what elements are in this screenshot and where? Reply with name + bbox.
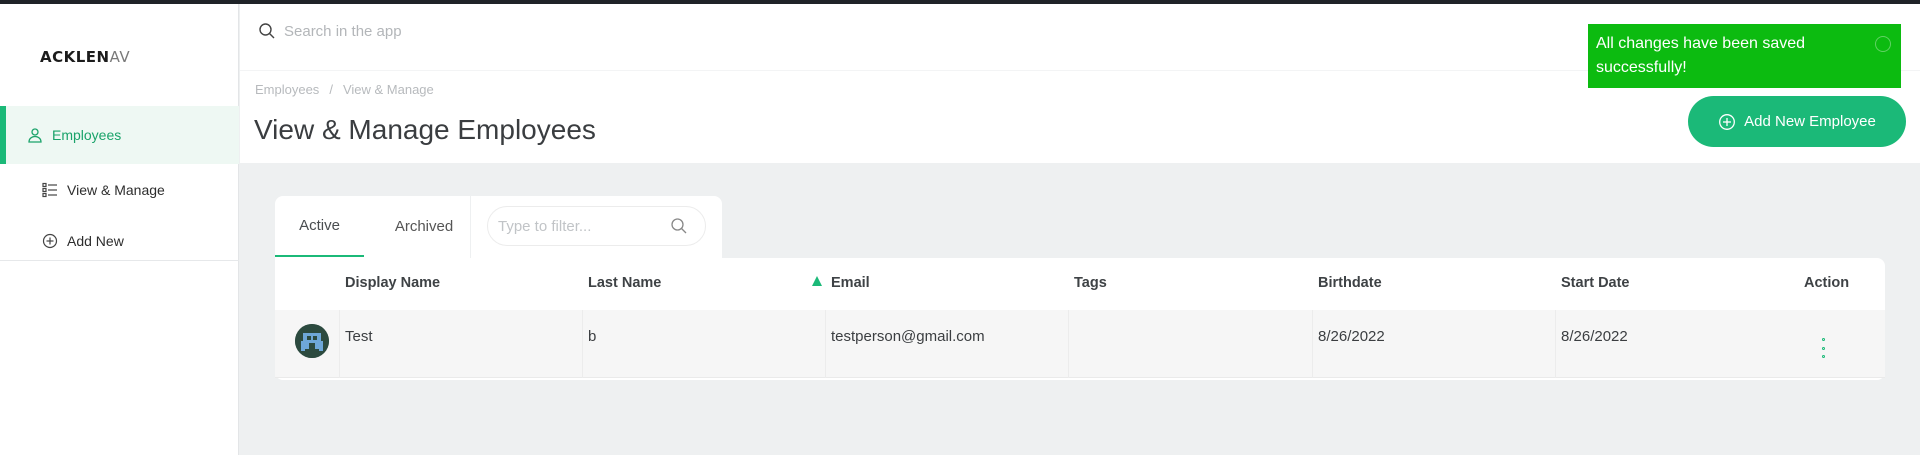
sidebar-item-label: View & Manage bbox=[67, 181, 165, 198]
column-divider bbox=[825, 310, 826, 378]
search-icon bbox=[258, 22, 276, 40]
sidebar-nav: Employees View & Manage Add New bbox=[0, 106, 239, 266]
app-logo[interactable]: ACKLENAV bbox=[40, 48, 140, 66]
tab-divider bbox=[470, 196, 471, 258]
cell-birthdate: 8/26/2022 bbox=[1318, 328, 1385, 345]
logo-text-faded: AV bbox=[109, 48, 131, 66]
avatar bbox=[295, 324, 329, 358]
tab-label: Archived bbox=[394, 218, 454, 235]
sidebar: ACKLENAV Employees View & Manage Add New bbox=[0, 4, 239, 455]
add-new-employee-label: Add New Employee bbox=[1744, 113, 1876, 130]
cell-last-name: b bbox=[588, 328, 597, 345]
column-header-action: Action bbox=[1804, 275, 1850, 291]
sidebar-item-label: Employees bbox=[52, 127, 122, 143]
column-header-last-name[interactable]: Last Name bbox=[588, 275, 661, 291]
row-actions-kebab-icon[interactable] bbox=[1818, 338, 1828, 358]
sort-ascending-icon bbox=[812, 276, 822, 286]
sidebar-divider bbox=[0, 260, 239, 261]
tabs-bar: Active Archived bbox=[275, 196, 722, 258]
plus-circle-icon bbox=[41, 232, 59, 250]
filter-box bbox=[487, 206, 706, 246]
column-divider bbox=[582, 310, 583, 378]
tab-archived[interactable]: Archived bbox=[379, 196, 469, 257]
column-header-birthdate[interactable]: Birthdate bbox=[1318, 275, 1382, 291]
column-header-start-date[interactable]: Start Date bbox=[1561, 275, 1630, 291]
column-divider bbox=[1068, 310, 1069, 378]
breadcrumb-item-employees[interactable]: Employees bbox=[255, 82, 319, 97]
sidebar-item-label: Add New bbox=[67, 232, 124, 249]
table-row[interactable]: Test b testperson@gmail.com 8/26/2022 8/… bbox=[275, 310, 1885, 378]
search-icon[interactable] bbox=[670, 217, 688, 235]
column-header-display-name[interactable]: Display Name bbox=[345, 275, 440, 291]
app-search bbox=[258, 22, 684, 40]
add-new-employee-button[interactable]: Add New Employee bbox=[1688, 96, 1906, 147]
list-icon bbox=[41, 181, 59, 199]
sidebar-item-view-manage[interactable]: View & Manage bbox=[0, 164, 239, 215]
kebab-dot bbox=[1821, 338, 1825, 341]
column-divider bbox=[1312, 310, 1313, 378]
breadcrumb-separator: / bbox=[329, 82, 333, 97]
column-divider bbox=[339, 310, 340, 378]
column-header-email[interactable]: Email bbox=[831, 275, 870, 291]
plus-circle-icon bbox=[1718, 113, 1736, 131]
kebab-dot bbox=[1821, 346, 1825, 350]
toast-message: All changes have been saved successfully… bbox=[1596, 35, 1806, 76]
sidebar-item-employees[interactable]: Employees bbox=[0, 106, 239, 164]
page-title: View & Manage Employees bbox=[254, 114, 596, 145]
search-input[interactable] bbox=[284, 22, 684, 40]
kebab-dot bbox=[1821, 355, 1825, 358]
employees-table: Display Name Last Name Email Tags Birthd… bbox=[275, 258, 1885, 380]
user-icon bbox=[26, 126, 44, 144]
breadcrumb: Employees / View & Manage bbox=[255, 82, 434, 97]
column-header-tags[interactable]: Tags bbox=[1074, 275, 1107, 291]
breadcrumb-item-view-manage: View & Manage bbox=[342, 82, 434, 97]
logo-text: ACKLEN bbox=[40, 48, 110, 66]
close-icon[interactable] bbox=[1875, 36, 1891, 52]
table-header: Display Name Last Name Email Tags Birthd… bbox=[275, 258, 1885, 310]
filter-input[interactable] bbox=[498, 217, 670, 235]
cell-start-date: 8/26/2022 bbox=[1561, 328, 1628, 345]
cell-display-name: Test bbox=[345, 328, 373, 345]
success-toast: All changes have been saved successfully… bbox=[1588, 24, 1901, 88]
tab-active[interactable]: Active bbox=[275, 196, 364, 257]
column-divider bbox=[1555, 310, 1556, 378]
tab-label: Active bbox=[299, 217, 340, 234]
sidebar-item-add-new[interactable]: Add New bbox=[0, 215, 239, 266]
cell-email: testperson@gmail.com bbox=[831, 328, 985, 345]
